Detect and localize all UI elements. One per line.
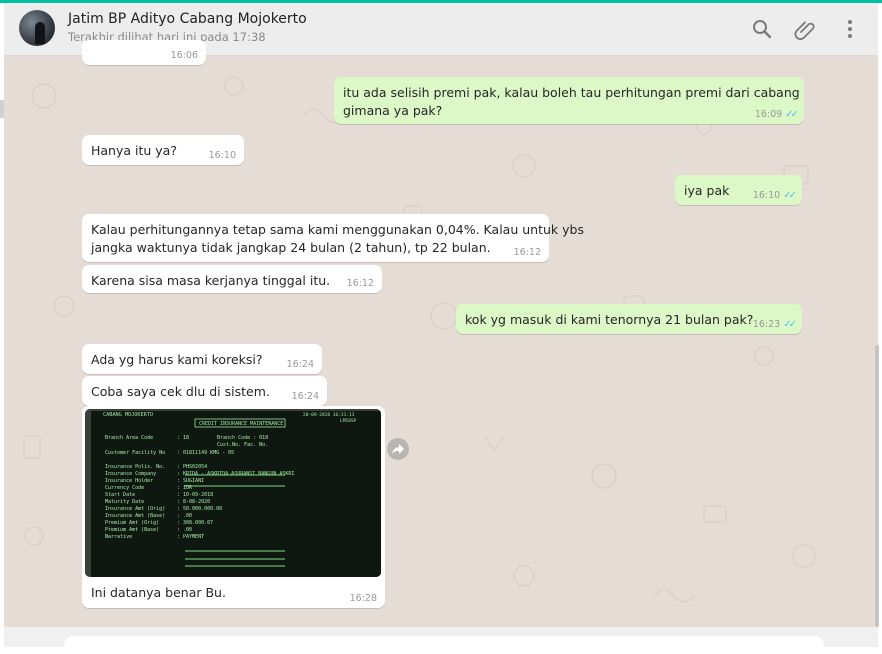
message-time: 16:12 <box>346 278 374 289</box>
message-text: itu ada selisih premi pak, kalau boleh t… <box>343 85 800 118</box>
message-bubble-outgoing[interactable]: kok yg masuk di kami tenornya 21 bulan p… <box>456 304 802 334</box>
message-bubble-outgoing[interactable]: iya pak 16:10 ✓✓ <box>675 175 802 205</box>
screen-field-label: Start Date <box>105 492 135 498</box>
message-text: kok yg masuk di kami tenornya 21 bulan p… <box>465 312 754 327</box>
message-time: 16:24 <box>291 391 319 402</box>
forward-button[interactable] <box>387 438 409 460</box>
svg-text:20-09-2018 16:31:13: 20-09-2018 16:31:13 <box>303 412 355 418</box>
screen-field-extra: Branch Code : 018 <box>217 435 268 441</box>
menu-icon[interactable] <box>838 17 862 41</box>
read-receipt-icon: ✓✓ <box>783 319 797 330</box>
message-text: Coba saya cek dlu di sistem. <box>91 384 270 399</box>
message-text: Ada yg harus kami koreksi? <box>91 352 263 367</box>
message-time: 16:24 <box>286 359 314 370</box>
message-time: 16:10 <box>208 150 236 161</box>
terminal-screen-photo: CABANG MOJOKERTO 20-09-2018 16:31:13 LM5… <box>85 409 381 577</box>
screen-field-label: Insurance Amt (Orig) <box>105 506 165 512</box>
message-text: Karena sisa masa kerjanya tinggal itu. <box>91 273 331 288</box>
screen-field-label: Maturity Date <box>105 499 144 505</box>
screen-header-left: CABANG MOJOKERTO <box>103 412 153 418</box>
message-time: 16:09 <box>754 109 783 120</box>
screen-field-extra: Cust.No. Fac. No. <box>217 442 268 448</box>
chat-scrollbar[interactable] <box>875 345 879 627</box>
screen-field-label: Premium Amt (Orig) <box>105 520 159 526</box>
read-receipt-icon: ✓✓ <box>783 190 797 201</box>
screen-field-label: Narrative <box>105 534 132 540</box>
message-meta: 16:23 ✓✓ <box>752 319 797 331</box>
message-bubble-incoming[interactable]: Coba saya cek dlu di sistem. 16:24 <box>82 376 327 406</box>
screen-field-value: : 01811149 KMG - 05 <box>177 450 234 456</box>
message-input[interactable] <box>64 636 824 654</box>
message-time: 16:12 <box>513 247 541 258</box>
read-receipt-icon: ✓✓ <box>785 109 799 120</box>
message-meta: 16:10 ✓✓ <box>752 190 797 202</box>
message-bubble-incoming[interactable]: Ada yg harus kami koreksi? 16:24 <box>82 344 322 374</box>
screen-field-label: Premium Amt (Base) <box>105 527 159 533</box>
screen-field-label: Insurance Polis. No. <box>105 464 165 470</box>
message-time: 16:28 <box>349 593 377 604</box>
message-bubble-incoming[interactable]: Kalau perhitungannya tetap sama kami men… <box>82 214 584 262</box>
screen-field-value: : 308.000.07 <box>177 520 213 526</box>
attach-icon[interactable] <box>793 17 817 41</box>
screen-field-value: : .00 <box>177 527 192 533</box>
message-time: 16:06 <box>170 50 198 61</box>
message-text: Hanya itu ya? <box>91 143 177 158</box>
svg-text:LM58SP: LM58SP <box>340 418 357 424</box>
message-time: 16:10 <box>752 190 781 201</box>
screen-field-label: Customer Facility No <box>105 450 165 456</box>
avatar[interactable] <box>19 10 55 46</box>
message-text: iya pak <box>684 183 730 198</box>
screen-field-value: : 18 <box>177 435 189 441</box>
compose-bar <box>4 627 878 654</box>
screen-field-value: : PAYMENT <box>177 534 204 540</box>
message-bubble-incoming[interactable]: 16:06 <box>82 40 206 65</box>
image-message-bubble[interactable]: CABANG MOJOKERTO 20-09-2018 16:31:13 LM5… <box>82 406 385 608</box>
screen-field-value: : 10-09-2018 <box>177 492 213 498</box>
screen-field-value: : SUGIANI <box>177 478 204 484</box>
message-meta: 16:09 ✓✓ <box>754 109 799 121</box>
screen-field-label: Currency Code <box>105 485 144 491</box>
screen-field-value: : 8-08-2020 <box>177 499 210 505</box>
contact-name[interactable]: Jatim BP Adityo Cabang Mojokerto <box>68 11 307 27</box>
forward-icon <box>392 444 404 454</box>
screen-field-value: : .00 <box>177 513 192 519</box>
message-bubble-incoming[interactable]: Karena sisa masa kerjanya tinggal itu. 1… <box>82 265 382 293</box>
search-icon[interactable] <box>750 17 774 41</box>
screen-field-label: Insurance Company <box>105 471 156 477</box>
message-bubble-outgoing[interactable]: itu ada selisih premi pak, kalau boleh t… <box>334 77 804 124</box>
message-text: Kalau perhitungannya tetap sama kami men… <box>91 222 584 255</box>
screen-field-label: Insurance Amt (Base) <box>105 513 165 519</box>
attached-photo[interactable]: CABANG MOJOKERTO 20-09-2018 16:31:13 LM5… <box>85 409 381 577</box>
screen-title: CREDIT INSURANCE MAINTENANCE <box>199 421 283 427</box>
screen-field-label: Insurance Holder <box>105 478 153 484</box>
screen-field-value: : PHS02054 <box>177 464 207 470</box>
screen-field-label: Branch Area Code <box>105 435 153 441</box>
screen-field-value: : KRIDA - ASKRIDA ASURANSI BANGUN ASKRI <box>177 471 294 477</box>
message-time: 16:23 <box>752 319 781 330</box>
message-bubble-incoming[interactable]: Hanya itu ya? 16:10 <box>82 135 244 165</box>
message-caption: Ini datanya benar Bu. <box>91 585 226 600</box>
screen-field-value: : 50.000.000.00 <box>177 506 222 512</box>
